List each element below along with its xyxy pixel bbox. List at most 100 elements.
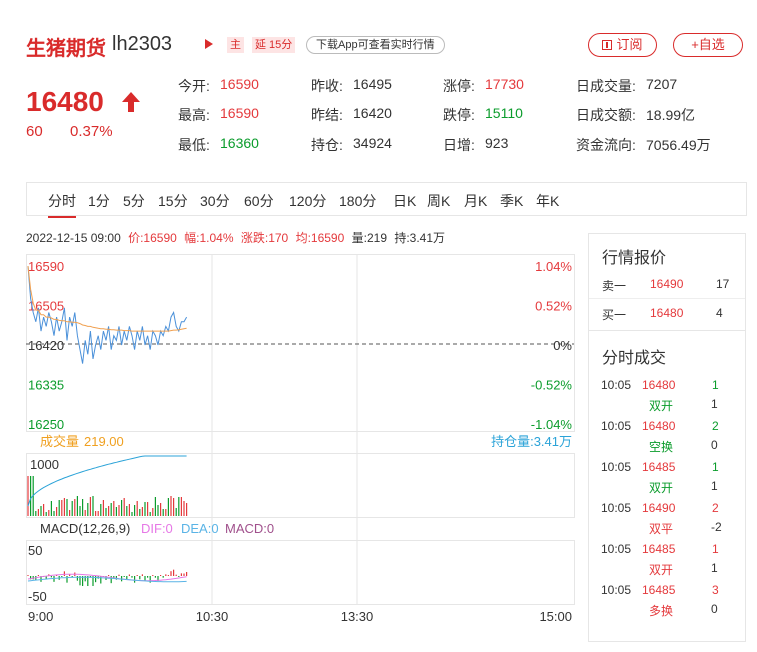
tab-5[interactable]: 60分	[244, 191, 274, 211]
volume-bar	[113, 501, 115, 516]
period-tabs: 分时 1分 5分 15分 30分 60分 120分 180分 日K 周K 月K 季K 年K	[26, 182, 747, 218]
macd-panel-frame	[26, 540, 575, 605]
trade-change: 1	[711, 479, 718, 493]
ask-qty: 17	[716, 277, 730, 291]
volume-bar	[84, 510, 86, 516]
volume-bar	[27, 476, 29, 516]
macd-bar	[134, 576, 136, 583]
trade-qty: 1	[712, 460, 719, 474]
macd-value: MACD:0	[225, 521, 274, 536]
volume-bar	[167, 498, 169, 516]
trade-price: 16485	[642, 583, 676, 597]
volume-bar	[74, 499, 76, 516]
tab-9[interactable]: 周K	[427, 191, 450, 211]
macd-bar	[131, 576, 133, 578]
stat-value: 7207	[646, 76, 678, 92]
volume-bar	[87, 503, 89, 516]
tab-3[interactable]: 15分	[158, 191, 188, 211]
price-tick-right: -1.04%	[531, 417, 573, 432]
quote-panel: 行情报价 卖一 16490 17 买一 16480 4 分时成交 10:05 16…	[588, 233, 746, 642]
trade-qty: 1	[712, 378, 719, 392]
ask-row: 卖一 16490 17	[602, 277, 732, 293]
price-tick-left: 16420	[28, 338, 64, 353]
volume-bar	[30, 476, 32, 516]
stat-value: 17730	[485, 76, 524, 92]
volume-bar	[35, 511, 37, 516]
volume-bar	[178, 497, 180, 516]
trade-qty: 2	[712, 501, 719, 515]
subscribe-label: 订阅	[616, 37, 643, 52]
price-panel-frame	[26, 254, 575, 432]
volume-bar	[89, 497, 91, 516]
stat-label: 昨结:	[311, 107, 343, 123]
volume-bar	[175, 508, 177, 516]
macd-bar	[178, 576, 180, 577]
volume-bar	[105, 508, 107, 516]
volume-bar	[76, 496, 78, 516]
tab-8[interactable]: 日K	[393, 191, 416, 211]
volume-bar	[136, 501, 138, 516]
tab-2[interactable]: 5分	[123, 191, 145, 211]
stat-label: 资金流向:	[576, 137, 636, 153]
volume-bar	[82, 499, 84, 516]
macd-bar	[173, 569, 175, 576]
time-tick: 15:00	[539, 609, 572, 624]
volume-bar	[141, 507, 143, 516]
bid-qty: 4	[716, 306, 723, 320]
info-price: 价:16590	[128, 231, 177, 245]
tab-6[interactable]: 120分	[289, 191, 326, 211]
volume-bar	[63, 498, 65, 516]
volume-bar	[152, 508, 154, 516]
price-tick-left: 16335	[28, 378, 64, 393]
volume-bar	[100, 504, 102, 516]
macd-bar	[123, 576, 125, 577]
tab-1[interactable]: 1分	[88, 191, 110, 211]
intraday-chart[interactable]: 16590165051642016335162501.04%0.52%0%-0.…	[26, 254, 576, 629]
macd-bar	[95, 576, 97, 583]
stat-label: 涨停:	[443, 78, 475, 94]
volume-bar	[66, 499, 68, 516]
tab-10[interactable]: 月K	[464, 191, 487, 211]
volume-bar	[134, 505, 136, 516]
macd-bar	[50, 576, 52, 578]
stat-value: 16360	[220, 135, 259, 151]
add-favorite-button[interactable]: +自选	[673, 33, 743, 57]
stat-label: 昨收:	[311, 78, 343, 94]
trade-price: 16480	[642, 378, 676, 392]
trade-time: 10:05	[601, 583, 632, 597]
bid-price: 16480	[650, 306, 684, 320]
ask-label: 卖一	[602, 279, 627, 293]
info-open-interest: 持:3.41万	[394, 231, 446, 245]
play-icon[interactable]	[205, 39, 213, 49]
bid-row: 买一 16480 4	[602, 306, 732, 322]
trades-panel-title: 分时成交	[602, 350, 667, 367]
tab-7[interactable]: 180分	[339, 191, 376, 211]
macd-bar	[180, 573, 182, 576]
subscribe-icon	[602, 40, 613, 50]
macd-tick-top: 50	[28, 543, 42, 558]
info-datetime: 2022-12-15 09:00	[26, 231, 121, 245]
up-arrow-icon	[122, 92, 140, 112]
trade-time: 10:05	[601, 501, 632, 515]
volume-value: 219.00	[84, 434, 124, 449]
stat-label: 跌停:	[443, 107, 475, 123]
stat-value: 16495	[353, 76, 392, 92]
volume-tick: 1000	[30, 457, 59, 472]
trade-time: 10:05	[601, 542, 632, 556]
trade-time: 10:05	[601, 419, 632, 433]
price-change: 60	[26, 123, 43, 140]
stat-value: 16590	[220, 105, 259, 121]
delay-badge: 延 15分	[252, 37, 296, 53]
volume-bar	[170, 496, 172, 516]
tab-12[interactable]: 年K	[536, 191, 559, 211]
macd-bar	[147, 576, 149, 578]
volume-bar	[71, 501, 73, 516]
info-volume: 量:219	[351, 231, 387, 245]
tab-4[interactable]: 30分	[200, 191, 230, 211]
tab-0[interactable]: 分时	[48, 191, 76, 218]
product-title: 生猪期货	[26, 38, 106, 60]
tab-11[interactable]: 季K	[500, 191, 523, 211]
trade-change: 0	[711, 602, 718, 616]
download-app-button[interactable]: 下载App可查看实时行情	[306, 36, 445, 54]
subscribe-button[interactable]: 订阅	[588, 33, 657, 57]
